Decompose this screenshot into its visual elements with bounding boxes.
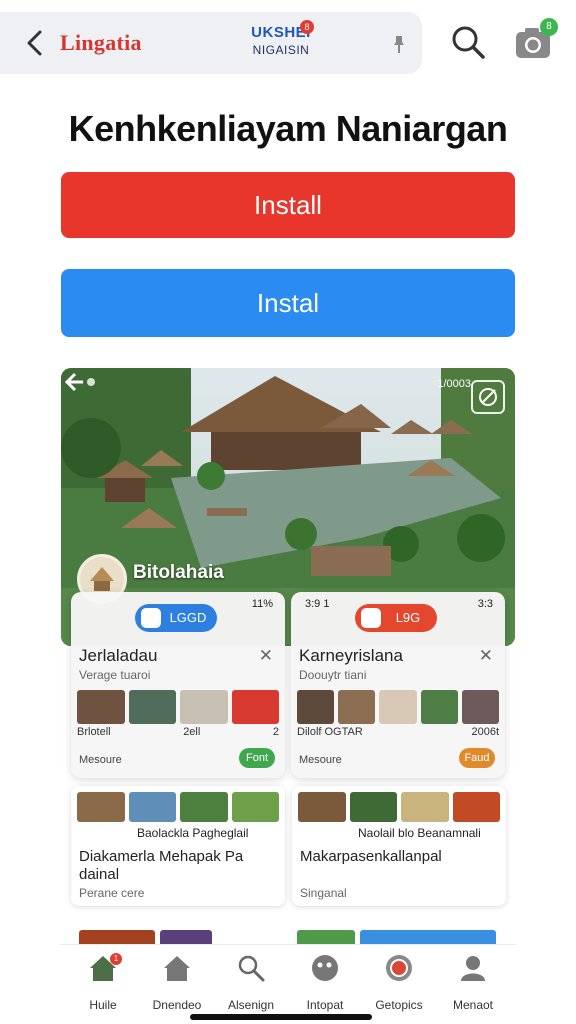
brand-name: Lingatia [60,30,142,55]
logo-line-2: NIGAISIN [252,43,310,57]
thumbnail[interactable] [420,690,458,724]
house-icon [164,956,190,981]
share-glyph [479,388,497,406]
thumbnail[interactable] [401,792,449,822]
card-status-battery: 11% [251,598,273,610]
top-bar: Lingatia UKSHEI NIGAISIN 8 8 [0,12,576,74]
card-pill-button[interactable]: LGGD [135,604,217,632]
thumbnail[interactable] [180,690,228,724]
listing-title: Makarpasenkallanpal [300,848,442,865]
nav-label: Dnendeo [152,998,202,1012]
thumbnail[interactable] [231,792,279,822]
card-thumbnails [77,690,279,724]
listing-captions: Baolackla Pagheglail [137,826,249,840]
thumbnail-captions: Brlotell 2ell 2 [77,726,279,738]
address-bar[interactable]: Lingatia UKSHEI NIGAISIN 8 [0,12,422,74]
card-status-battery: 3:3 [477,598,493,610]
nav-item-account[interactable]: Menaot [440,953,506,1024]
hero-back-arrow-icon[interactable] [61,368,97,396]
thumbnail[interactable] [77,690,125,724]
app-icon [141,608,161,628]
listing-subtitle: Perane cere [79,886,145,900]
face-icon [312,955,338,981]
app-card-left[interactable]: 11% LGGD Jerlaladau Verage tuaroi ✕ Brlo… [71,592,285,778]
thumbnail[interactable] [77,792,125,822]
page-title: Kenhkenliayam Naniargan [68,108,508,149]
card-subtitle: Doouytr tiani [299,668,367,682]
thumbnail[interactable] [180,792,228,822]
person-icon [461,956,485,981]
card-action-button[interactable]: Font [239,748,275,768]
listing-subtitle: Singanal [300,886,347,900]
hero-image-counter: 1/0003 [437,378,471,390]
card-title: Jerlaladau [79,646,158,665]
pill-label: LGGD [169,610,207,625]
search-icon [238,955,265,982]
camera-button[interactable]: 8 [514,18,558,62]
home-indicator[interactable] [190,1014,372,1020]
bottom-navigation: 1 Huile Dnendeo Alsenign Intopat Getopic… [60,944,516,1024]
card-pill-button[interactable]: L9G [355,604,437,632]
site-logo[interactable]: UKSHEI NIGAISIN 8 [246,20,316,64]
pin-icon[interactable] [392,34,406,54]
thumbnail[interactable] [128,792,176,822]
nav-badge: 1 [110,953,122,965]
install-button-red[interactable]: Install [61,172,515,238]
thumbnail[interactable] [128,690,176,724]
thumbnail[interactable] [338,690,376,724]
thumbnail[interactable] [349,792,397,822]
thumbnail[interactable] [461,690,500,724]
nav-label: Alsenign [227,998,275,1012]
thumbnail[interactable] [231,690,279,724]
card-subtitle: Verage tuaroi [79,668,151,682]
nav-label: Huile [89,998,117,1012]
listing-thumbnails [298,792,500,822]
caption: 2 [272,726,279,738]
record-icon [386,955,412,981]
card-status-time: 3:9 1 [305,598,330,610]
thumbnail-captions: Dilolf OGTAR 2006t [297,726,499,738]
listing-thumbnails [77,792,279,822]
listing-title: Diakamerla Mehapak Pa dainal [79,848,244,883]
close-icon[interactable]: ✕ [479,646,493,666]
thumbnail[interactable] [379,690,417,724]
nav-label: Intopat [306,998,344,1012]
pill-label: L9G [395,610,421,625]
card-title: Karneyrislana [299,646,403,665]
listing-card-left[interactable]: Baolackla Pagheglail Diakamerla Mehapak … [71,786,285,906]
search-icon[interactable] [450,24,486,60]
thumbnail[interactable] [452,792,500,822]
card-action-button[interactable]: Faud [459,748,495,768]
hero-place-name: Bitolahaia [133,562,224,583]
close-icon[interactable]: ✕ [259,646,273,666]
app-icon [361,608,381,628]
caption: 2006t [471,726,499,738]
caption: Brlotell [77,726,111,738]
caption: 2ell [183,726,201,738]
listing-card-right[interactable]: Naolail blo Beanamnali Makarpasenkallanp… [292,786,506,906]
nav-label: Getopics [375,998,423,1012]
listing-captions: Naolail blo Beanamnali [358,826,481,840]
caption: Dilolf OGTAR [297,726,363,738]
card-footer: Mesoure [79,754,122,766]
back-chevron-icon[interactable] [22,28,50,58]
app-card-right[interactable]: 3:9 1 3:3 L9G Karneyrislana Doouytr tian… [291,592,505,778]
camera-badge: 8 [540,18,558,36]
nav-item-home[interactable]: 1 Huile [70,953,136,1024]
logo-badge: 8 [300,20,314,34]
thumbnail[interactable] [298,792,346,822]
install-button-blue[interactable]: Instal [61,269,515,337]
share-icon[interactable] [471,380,505,414]
thumbnail[interactable] [297,690,335,724]
nav-label: Menaot [452,998,494,1012]
card-thumbnails [297,690,500,724]
card-footer: Mesoure [299,754,342,766]
nav-item-topics[interactable]: Getopics [366,953,432,1024]
